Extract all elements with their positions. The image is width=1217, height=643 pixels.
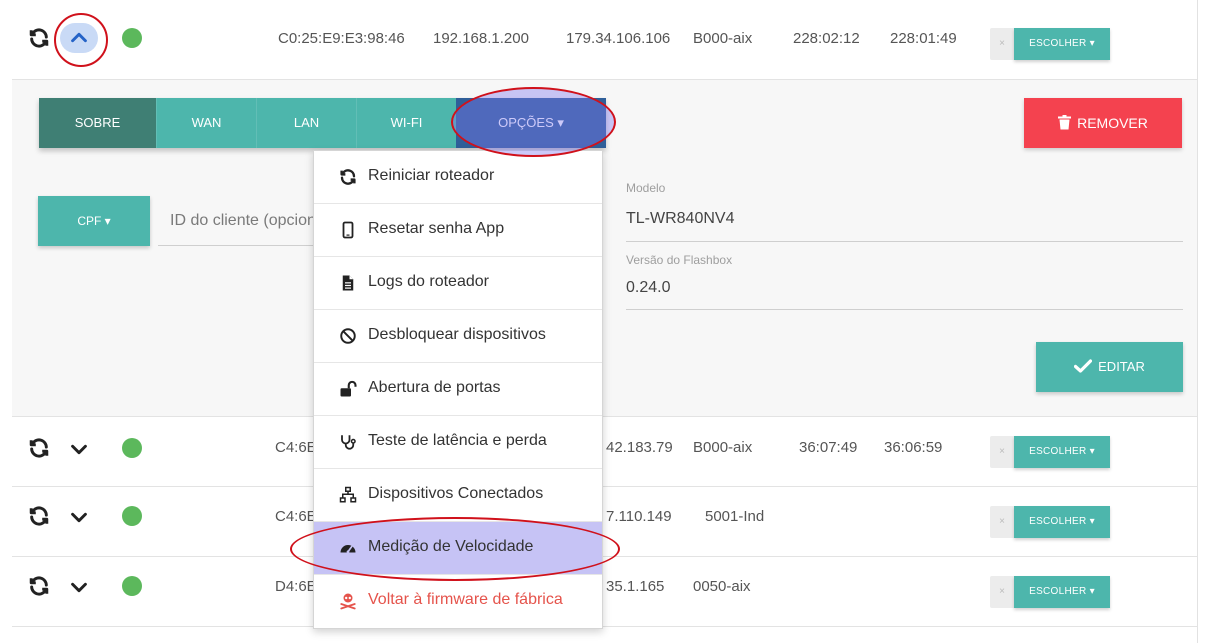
edit-button[interactable]: EDITAR	[1036, 342, 1183, 392]
file-icon	[342, 275, 354, 291]
routers-page: C0:25:E9:E3:98:46 192.168.1.200 179.34.1…	[0, 0, 1217, 643]
chevron-down-icon[interactable]	[68, 576, 90, 598]
public-ip: 179.34.106.106	[566, 30, 671, 47]
clear-selection-button[interactable]: ×	[990, 576, 1014, 608]
choose-button[interactable]: ESCOLHER ▾	[1014, 436, 1110, 468]
tab-sobre[interactable]: SOBRE	[39, 98, 156, 148]
sync-icon	[340, 169, 356, 185]
status-dot	[122, 438, 142, 458]
table-row: C4:6E 7.110.149 5001-Ind × ESCOLHER ▾	[12, 487, 1197, 557]
panel-border	[1197, 0, 1198, 643]
sync-icon[interactable]	[28, 27, 50, 49]
choose-button[interactable]: ESCOLHER ▾	[1014, 506, 1110, 538]
tab-opcoes[interactable]: OPÇÕES ▾	[456, 98, 606, 148]
flashbox-underline	[626, 309, 1183, 310]
uptime: 36:07:49	[799, 439, 858, 456]
mac-address: C4:6E	[275, 439, 317, 456]
remove-button[interactable]: REMOVER	[1024, 98, 1182, 148]
local-ip: 192.168.1.200	[433, 30, 529, 47]
pop-name: 5001-Ind	[705, 508, 765, 525]
menu-item-label: Desbloquear dispositivos	[368, 326, 546, 343]
choose-button[interactable]: ESCOLHER ▾	[1014, 28, 1110, 60]
pop-name: B000-aix	[693, 30, 753, 47]
sync-icon[interactable]	[28, 437, 50, 459]
check-icon	[1074, 359, 1093, 373]
menu-item-speed-test[interactable]: Medição de Velocidade	[314, 522, 602, 575]
menu-item-unblock-devices[interactable]: Desbloquear dispositivos	[314, 310, 602, 363]
public-ip: 42.183.79	[606, 439, 673, 456]
router-details-panel: SOBRE WAN LAN WI-FI OPÇÕES ▾ REMOVER CPF…	[12, 80, 1197, 417]
chevron-down-icon[interactable]	[68, 506, 90, 528]
model-underline	[626, 241, 1183, 242]
clear-selection-button[interactable]: ×	[990, 28, 1014, 60]
clear-selection-button[interactable]: ×	[990, 436, 1014, 468]
menu-item-connected-devices[interactable]: Dispositivos Conectados	[314, 469, 602, 522]
menu-item-label: Dispositivos Conectados	[368, 485, 544, 502]
status-dot	[122, 28, 142, 48]
menu-item-port-forwarding[interactable]: Abertura de portas	[314, 363, 602, 416]
clear-selection-button[interactable]: ×	[990, 506, 1014, 538]
model-label: Modelo	[626, 181, 666, 195]
sitemap-icon	[339, 486, 357, 503]
options-menu: Reiniciar roteador Resetar senha App Log…	[313, 150, 603, 629]
tab-wan[interactable]: WAN	[156, 98, 256, 148]
choose-button[interactable]: ESCOLHER ▾	[1014, 576, 1110, 608]
remove-button-label: REMOVER	[1077, 115, 1148, 131]
connection-time: 36:06:59	[884, 439, 943, 456]
menu-item-latency-test[interactable]: Teste de latência e perda	[314, 416, 602, 469]
mac-address: D4:6E	[275, 578, 317, 595]
unlock-icon	[340, 380, 357, 397]
menu-item-label: Voltar à firmware de fábrica	[368, 591, 563, 608]
table-row: C0:25:E9:E3:98:46 192.168.1.200 179.34.1…	[12, 0, 1197, 80]
menu-item-label: Reiniciar roteador	[368, 167, 495, 184]
pop-name: B000-aix	[693, 439, 753, 456]
edit-button-label: EDITAR	[1098, 359, 1145, 374]
flashbox-version-value: 0.24.0	[626, 279, 671, 296]
menu-item-label: Teste de latência e perda	[368, 432, 547, 449]
menu-item-label: Abertura de portas	[368, 379, 501, 396]
tab-wifi[interactable]: WI-FI	[356, 98, 456, 148]
table-row: C4:6E 42.183.79 B000-aix 36:07:49 36:06:…	[12, 417, 1197, 487]
sync-icon[interactable]	[28, 575, 50, 597]
public-ip: 7.110.149	[606, 508, 672, 525]
menu-item-factory-firmware[interactable]: Voltar à firmware de fábrica	[314, 575, 602, 628]
table-row: D4:6E 35.1.165 0050-aix × ESCOLHER ▾	[12, 557, 1197, 627]
menu-item-label: Logs do roteador	[368, 273, 489, 290]
status-dot	[122, 576, 142, 596]
chevron-up-icon[interactable]	[68, 27, 90, 49]
menu-item-label: Medição de Velocidade	[368, 538, 534, 555]
mac-address: C0:25:E9:E3:98:46	[278, 30, 405, 47]
menu-item-restart-router[interactable]: Reiniciar roteador	[314, 151, 602, 204]
client-id-input[interactable]	[158, 196, 318, 246]
details-tabs: SOBRE WAN LAN WI-FI OPÇÕES ▾	[39, 98, 606, 148]
ban-icon	[340, 328, 356, 344]
stethoscope-icon	[341, 435, 356, 450]
trash-icon	[1058, 115, 1072, 130]
mobile-icon	[342, 221, 354, 239]
chevron-down-icon[interactable]	[68, 438, 90, 460]
status-dot	[122, 506, 142, 526]
pop-name: 0050-aix	[693, 578, 751, 595]
tachometer-icon	[340, 545, 356, 554]
model-value: TL-WR840NV4	[626, 210, 735, 227]
menu-item-router-logs[interactable]: Logs do roteador	[314, 257, 602, 310]
mac-address: C4:6E	[275, 508, 317, 525]
flashbox-version-label: Versão do Flashbox	[626, 253, 733, 267]
uptime: 228:02:12	[793, 30, 860, 47]
public-ip: 35.1.165	[606, 578, 665, 595]
connection-time: 228:01:49	[890, 30, 957, 47]
sync-icon[interactable]	[28, 505, 50, 527]
skull-crossbones-icon	[340, 593, 356, 610]
cpf-dropdown-button[interactable]: CPF ▾	[38, 196, 150, 246]
tab-lan[interactable]: LAN	[256, 98, 356, 148]
menu-item-label: Resetar senha App	[368, 220, 505, 237]
menu-item-reset-app-password[interactable]: Resetar senha App	[314, 204, 602, 257]
